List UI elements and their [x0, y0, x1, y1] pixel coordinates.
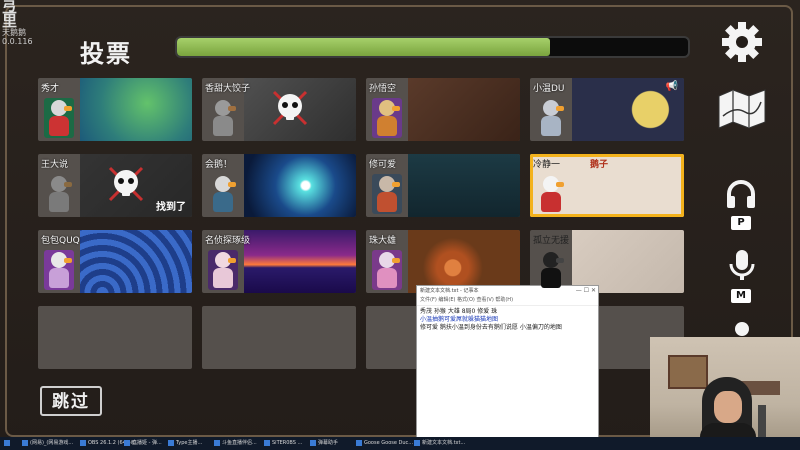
page-title: 投票	[80, 40, 132, 68]
player-card-3[interactable]: 孙悟空	[366, 78, 520, 141]
notepad-window[interactable]: 新建文本文档.txt - 记事本 — ☐ ✕ 文件(F) 编辑(E) 格式(O)…	[416, 285, 599, 440]
player-card-2[interactable]: 香甜大饺子	[202, 78, 356, 141]
taskbar-item[interactable]: 斗鱼直播伴侣...	[214, 439, 257, 448]
player-card-12[interactable]: 孤立无援	[530, 230, 684, 293]
player-card-9[interactable]: 包包QUQ	[38, 230, 192, 293]
taskbar-item[interactable]: Goose Goose Duc...	[356, 439, 413, 448]
taskbar-item[interactable]: (网易)_(网易游戏...	[22, 439, 73, 448]
notepad-titlebar[interactable]: 新建文本文档.txt - 记事本 — ☐ ✕	[417, 286, 598, 296]
taskbar-item[interactable]: SiTER0BS ...	[264, 439, 302, 448]
player-name: 修可爱	[369, 160, 397, 170]
vote-timer-bar	[175, 36, 690, 58]
player-card-10[interactable]: 名侦探琢级	[202, 230, 356, 293]
notepad-menu[interactable]: 文件(F) 编辑(E) 格式(O) 查看(V) 帮助(H)	[417, 296, 598, 306]
microphone-icon[interactable]	[727, 248, 757, 282]
player-name: 孙悟空	[369, 84, 397, 94]
player-name: 秀才	[41, 84, 60, 94]
player-name: 包包QUQ	[41, 236, 80, 246]
eliminated-skull-icon	[272, 90, 308, 126]
vote-timer-fill	[177, 38, 551, 56]
player-role-tag: 鹅子	[590, 160, 609, 170]
player-card-4[interactable]: 小温DU 📢	[530, 78, 684, 141]
player-card-7[interactable]: 修可爱	[366, 154, 520, 217]
webcam-overlay	[650, 337, 800, 450]
empty-slot	[202, 306, 356, 369]
streamer-face	[714, 391, 742, 423]
player-card-11[interactable]: 珠大雄	[366, 230, 520, 293]
taskbar-item[interactable]: 直播姬 - 弹...	[124, 439, 162, 448]
player-name: 王大说	[41, 160, 69, 170]
windows-taskbar: (网易)_(网易游戏... OBS 26.1.2 (64 bit... 直播姬 …	[0, 437, 800, 450]
mute-key: M	[731, 289, 751, 303]
headphones-icon[interactable]	[725, 178, 757, 210]
player-name: 孤立无援	[533, 236, 570, 246]
body-found-badge: 找到了	[156, 202, 186, 213]
map-icon[interactable]	[715, 86, 769, 130]
skip-vote-button[interactable]: 跳过	[40, 386, 102, 416]
push-to-talk-key: P	[731, 216, 751, 230]
settings-gear-icon[interactable]	[720, 20, 764, 64]
taskbar-item[interactable]: 新建文本文档.txt...	[414, 439, 465, 448]
player-name: 珠大雄	[369, 236, 397, 246]
player-icon[interactable]	[730, 320, 754, 338]
player-name: 冷静一	[533, 160, 561, 170]
taskbar-item[interactable]: Type主播...	[168, 439, 202, 448]
player-card-5[interactable]: 找到了 王大说	[38, 154, 192, 217]
player-card-8[interactable]: 冷静一 鹅子	[530, 154, 684, 217]
taskbar-item[interactable]: 弹幕助手	[310, 439, 338, 448]
wall-frame	[668, 355, 708, 389]
empty-slot	[38, 306, 192, 369]
start-icon[interactable]	[4, 439, 12, 448]
player-name: 名侦探琢级	[205, 236, 251, 246]
player-name: 香甜大饺子	[205, 84, 251, 94]
stream-logo: 弖里 天鹅鹅 0.0.116	[2, 0, 33, 46]
player-card-1[interactable]: 秀才	[38, 78, 192, 141]
megaphone-icon: 📢	[665, 81, 678, 92]
player-name: 小温DU	[533, 84, 565, 94]
eliminated-skull-icon	[108, 166, 144, 202]
player-name: 会鹅！	[205, 160, 233, 170]
player-card-6[interactable]: 会鹅！	[202, 154, 356, 217]
notepad-text-area[interactable]: 秀茂 孙猴 大雄 8局0 修爱 珠 小温抽鹅可爱屌就躲猫猫地图 修可爱 鹅扶小温…	[417, 306, 598, 334]
window-controls[interactable]: — ☐ ✕	[576, 286, 596, 296]
